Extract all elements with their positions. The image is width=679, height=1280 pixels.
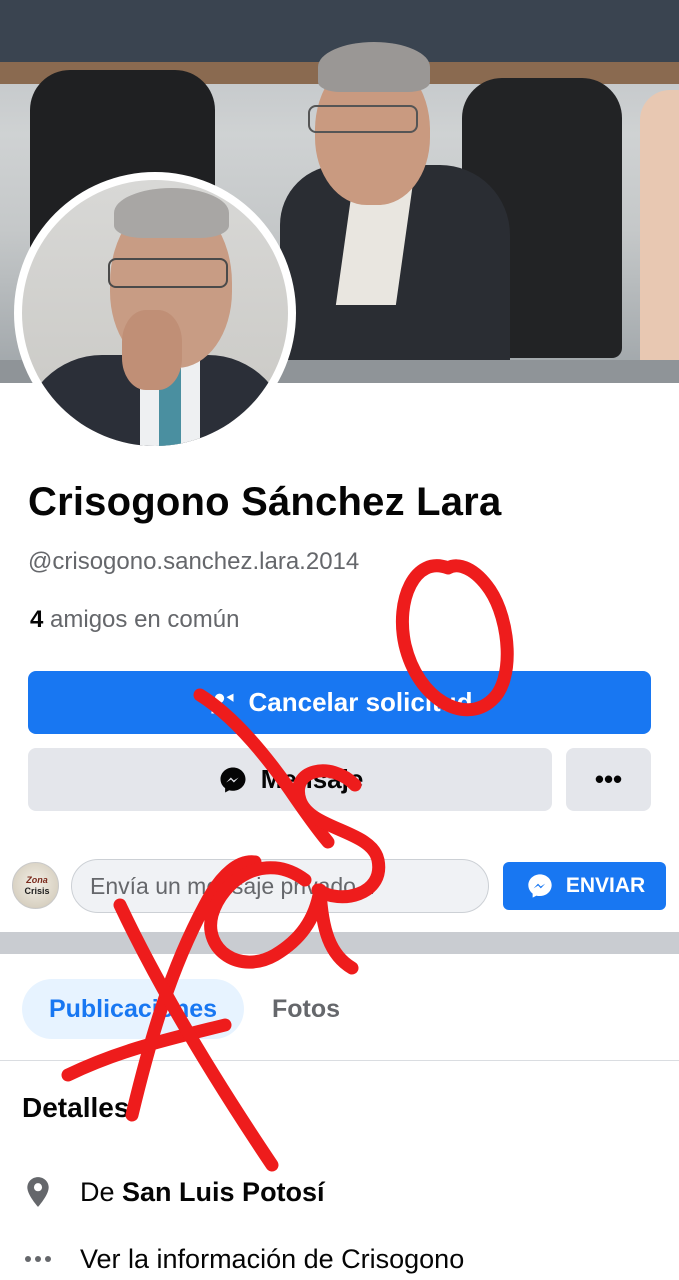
private-message-input[interactable]: Envía un mensaje privado... — [71, 859, 489, 913]
friend-request-sent-icon — [207, 687, 239, 719]
avatar-hair — [114, 188, 229, 238]
messenger-icon — [217, 764, 249, 796]
messenger-icon — [524, 870, 556, 902]
avatar-text-line1: Zona — [26, 875, 48, 885]
avatar-glasses — [108, 258, 228, 288]
tabs-divider — [0, 1060, 679, 1061]
ellipsis-icon: ••• — [594, 764, 623, 794]
cancel-request-label: Cancelar solicitud — [248, 687, 473, 717]
detail-location: De San Luis Potosí — [22, 1176, 325, 1208]
more-options-button[interactable]: ••• — [566, 748, 651, 811]
profile-picture[interactable] — [22, 180, 288, 446]
profile-username: @crisogono.sanchez.lara.2014 — [28, 548, 360, 575]
send-label: ENVIAR — [565, 874, 646, 897]
ellipsis-icon — [22, 1243, 54, 1275]
mutual-friends[interactable]: 4 amigos en común — [30, 606, 239, 634]
send-button[interactable]: ENVIAR — [503, 862, 666, 910]
more-info-label: Ver la información de Crisogono — [80, 1243, 465, 1274]
details-heading: Detalles — [22, 1092, 130, 1123]
detail-more-info[interactable]: Ver la información de Crisogono — [22, 1243, 464, 1275]
location-pin-icon — [22, 1176, 54, 1208]
location-prefix: De — [80, 1176, 115, 1207]
cover-person-edge — [640, 90, 679, 383]
message-label: Mensaje — [260, 764, 364, 794]
tab-fotos[interactable]: Fotos — [262, 979, 350, 1039]
mutual-friends-label: amigos en común — [50, 606, 240, 633]
location-value: San Luis Potosí — [122, 1176, 325, 1207]
tab-publicaciones[interactable]: Publicaciones — [22, 979, 244, 1039]
cover-person-glasses — [308, 105, 418, 133]
avatar-hand — [122, 310, 182, 390]
cover-person-hair — [318, 42, 430, 92]
cancel-request-button[interactable]: Cancelar solicitud — [28, 671, 651, 734]
section-divider — [0, 932, 679, 954]
profile-name: Crisogono Sánchez Lara — [28, 480, 502, 524]
message-button[interactable]: Mensaje — [28, 748, 552, 811]
avatar-text-line2: Crisis — [24, 886, 50, 896]
current-user-avatar[interactable]: Zona Crisis — [12, 862, 59, 909]
mutual-friends-count: 4 — [30, 606, 44, 633]
